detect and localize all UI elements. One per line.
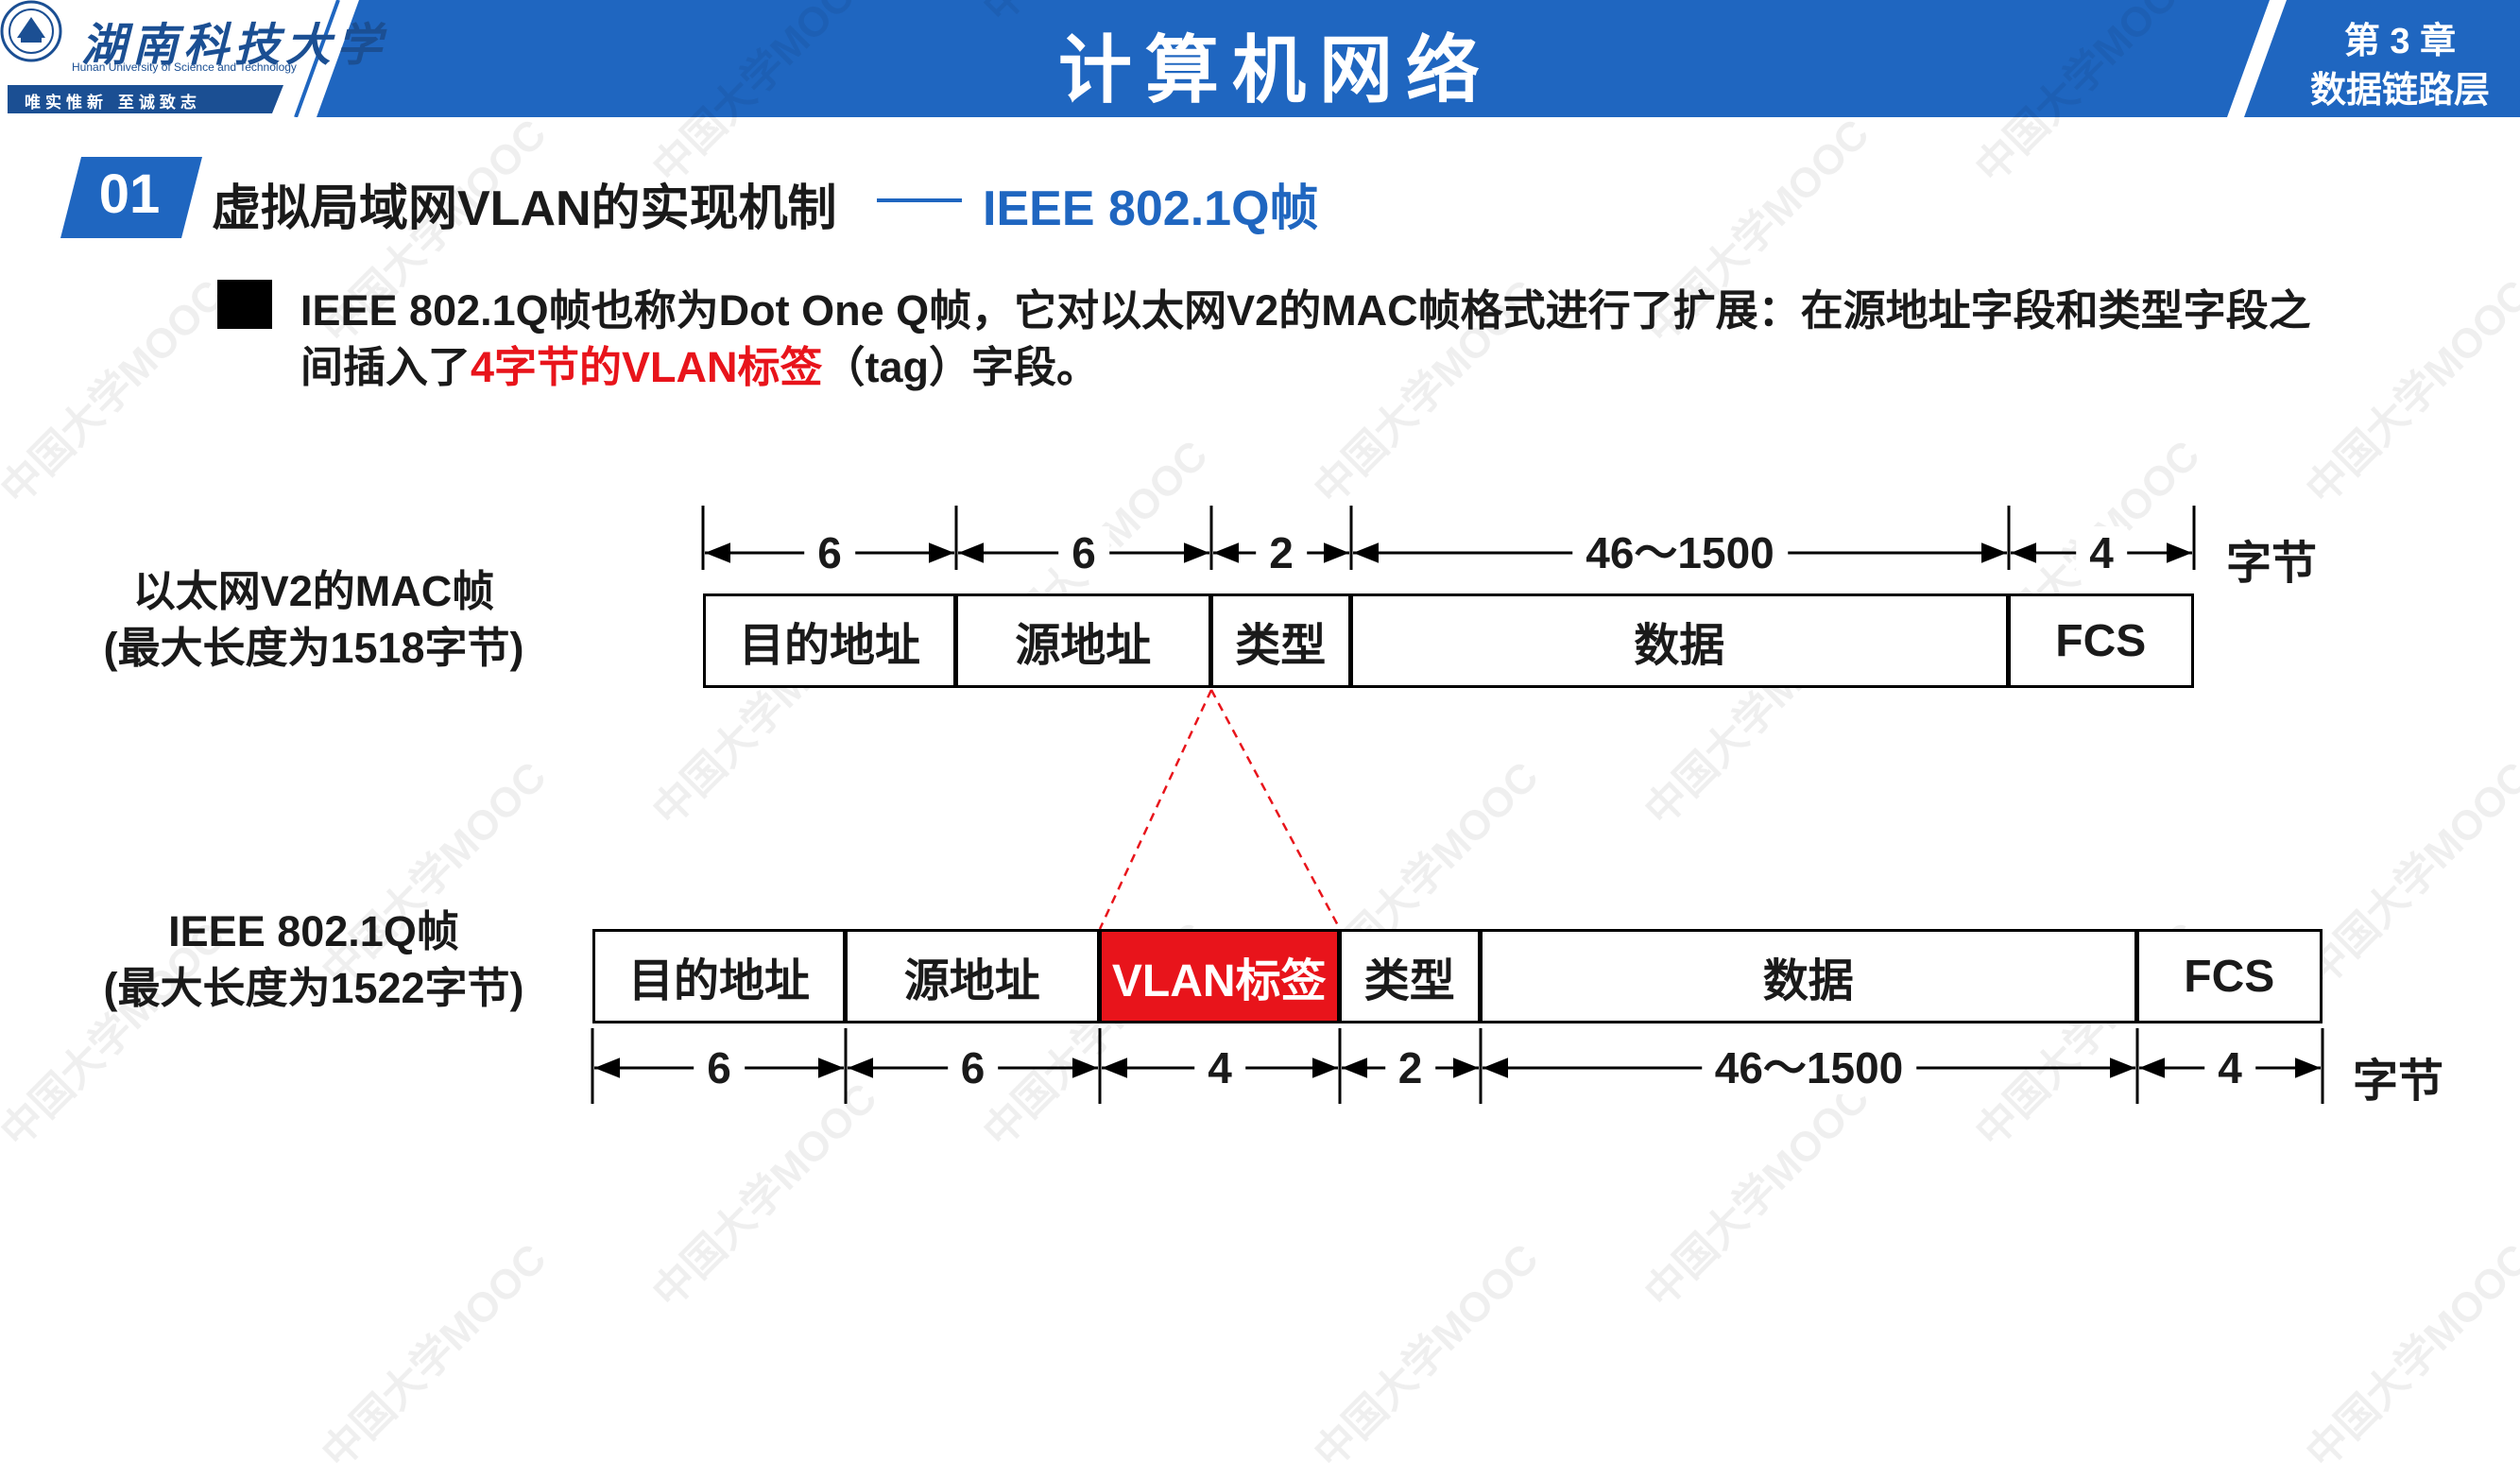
bullet-text-line-2: 间插入了4字节的VLAN标签（tag）字段。 [300, 333, 1099, 394]
frame_v2-size-label-2: 6 [1058, 526, 1109, 579]
watermark-text: 中国大学MOOC [313, 1235, 556, 1478]
vlan-zoom-line-left [1098, 689, 1213, 930]
frame_v2-size-label-4: 46～1500 [1572, 526, 1788, 579]
section-subtitle: IEEE 802.1Q帧 [983, 181, 1319, 236]
frame_q-size-label-3: 4 [1194, 1041, 1245, 1094]
watermark-text: 中国大学MOOC [2297, 271, 2520, 514]
section-title: 虚拟局域网VLAN的实现机制 [212, 181, 837, 236]
frame-q-unit-label: 字节 [2353, 1057, 2444, 1107]
section-title-dash [877, 198, 962, 202]
frame_v2-field-1: 目的地址 [703, 593, 956, 688]
frame-v2-label: 以太网V2的MAC帧 (最大长度为1518字节) [49, 563, 578, 677]
university-english-name: Hunan University of Science and Technolo… [72, 60, 297, 74]
frame_q-field-3: VLAN标签 [1098, 929, 1340, 1023]
watermark-text: 中国大学MOOC [2297, 1235, 2520, 1478]
frame-v2-unit-label: 字节 [2226, 539, 2318, 589]
frame-q-label-maxlen: (最大长度为1522字节) [103, 964, 524, 1012]
section-number: 01 [98, 163, 161, 225]
frame_q-field-2: 源地址 [844, 929, 1100, 1023]
course-title: 计算机网络 [1057, 28, 1493, 112]
frame_q-field-1: 目的地址 [592, 929, 846, 1023]
frame_q-size-label-4: 2 [1384, 1041, 1436, 1094]
watermark-text: 中国大学MOOC [2297, 753, 2520, 996]
watermark-text: 中国大学MOOC [1305, 1235, 1548, 1478]
vlan-tag-highlight: 4字节的VLAN标签 [471, 343, 823, 391]
bullet-text-segment: 间插入了 [300, 343, 471, 391]
frame_v2-field-3: 类型 [1209, 593, 1351, 688]
watermark-text: 中国大学MOOC [0, 271, 234, 514]
frame-v2-label-maxlen: (最大长度为1518字节) [103, 624, 524, 672]
frame_q-size-label-1: 6 [694, 1041, 745, 1094]
frame-q-label: IEEE 802.1Q帧 (最大长度为1522字节) [49, 903, 578, 1017]
frame_v2-field-2: 源地址 [954, 593, 1211, 688]
frame_q-size-label-2: 6 [947, 1041, 999, 1094]
bullet-square-icon [217, 280, 272, 329]
chapter-number: 第 3 章 [2343, 22, 2457, 61]
frame-v2-label-name: 以太网V2的MAC帧 [132, 567, 495, 615]
bullet-text-line-1: IEEE 802.1Q帧也称为Dot One Q帧，它对以太网V2的MAC帧格式… [300, 286, 2311, 335]
frame_q-field-5: 数据 [1479, 929, 2137, 1023]
chapter-name: 数据链路层 [2309, 71, 2490, 111]
watermark-text: 中国大学MOOC [1636, 1075, 1878, 1317]
frame_v2-field-4: 数据 [1349, 593, 2009, 688]
frame_q-field-4: 类型 [1338, 929, 1481, 1023]
header-bar: 湖南科技大学 Hunan University of Science and T… [0, 0, 2520, 117]
bullet-text-segment: （tag）字段。 [822, 343, 1100, 391]
watermark-text: 中国大学MOOC [643, 1075, 886, 1317]
frame_v2-size-label-5: 4 [2076, 526, 2127, 579]
frame_q-field-6: FCS [2135, 929, 2323, 1023]
frame-q-label-name: IEEE 802.1Q帧 [168, 907, 459, 955]
frame_v2-size-label-3: 2 [1256, 526, 1307, 579]
frame_q-size-label-6: 4 [2204, 1041, 2255, 1094]
frame_v2-field-5: FCS [2007, 593, 2194, 688]
vlan-zoom-line-right [1209, 689, 1342, 930]
university-motto: 唯实惟新 至诚致志 [25, 94, 201, 112]
frame_q-size-label-5: 46～1500 [1701, 1041, 1917, 1094]
frame_v2-size-label-1: 6 [804, 526, 855, 579]
university-seal-icon [0, 0, 62, 62]
